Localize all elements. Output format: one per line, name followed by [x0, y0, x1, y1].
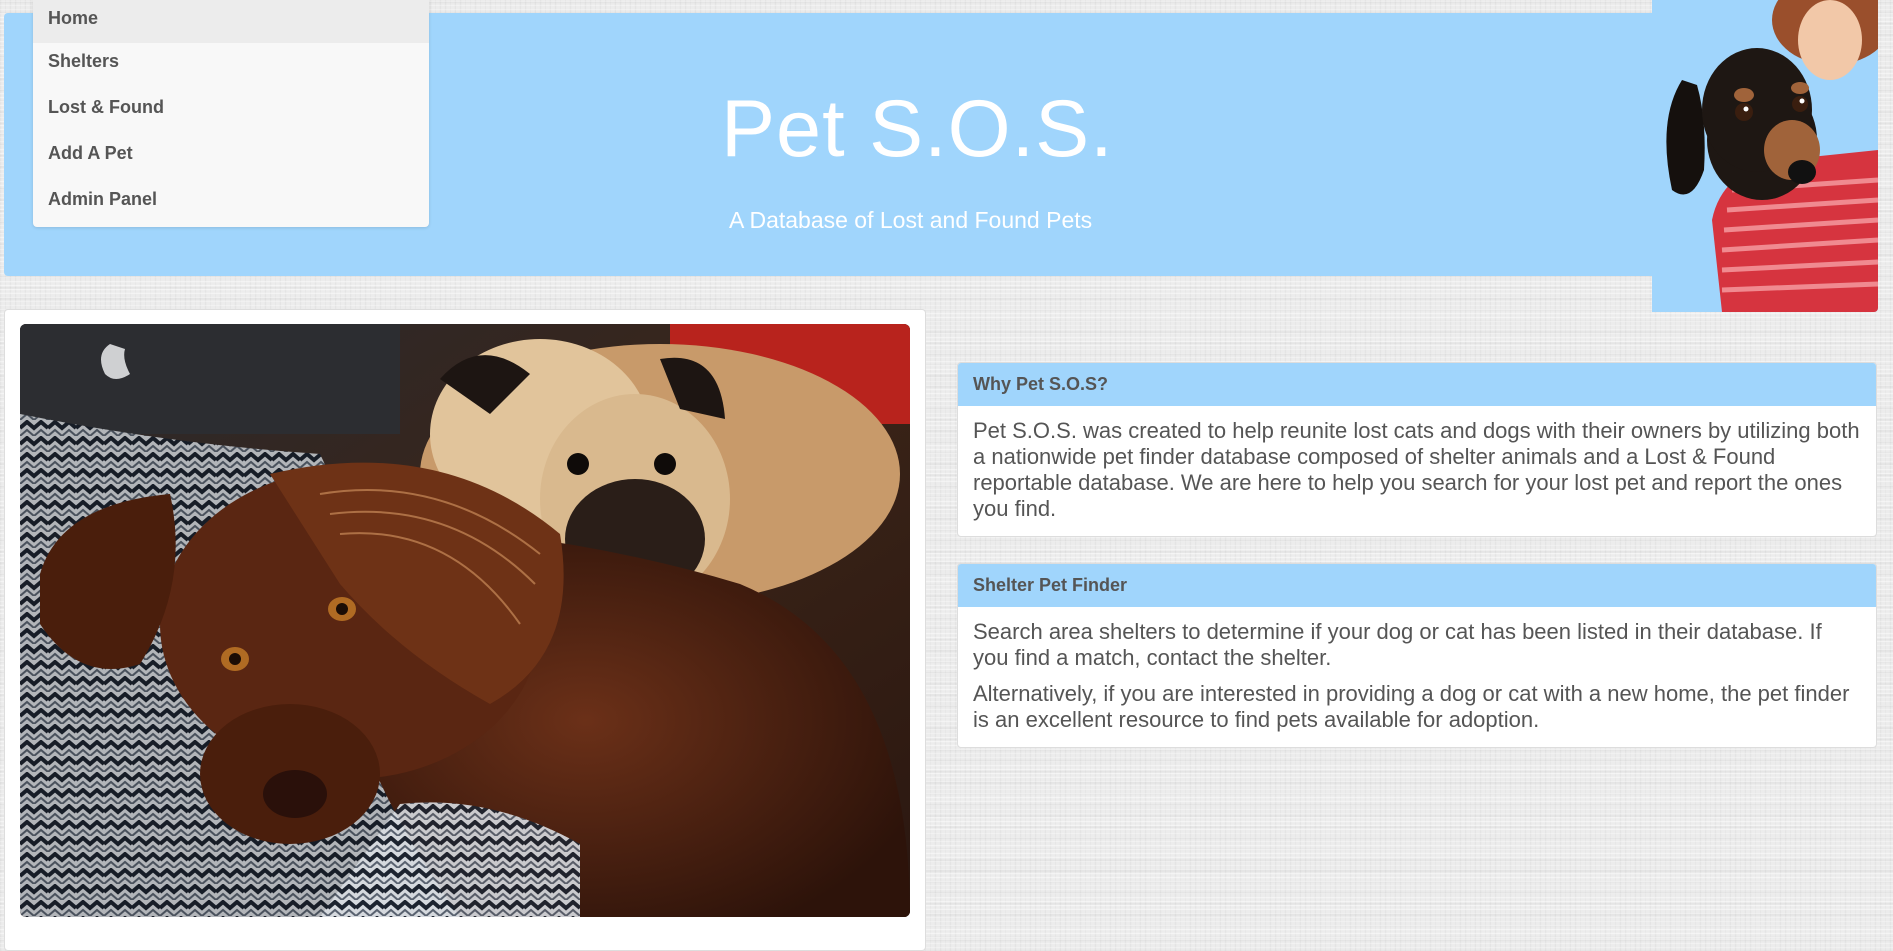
- nav-item-shelters[interactable]: Shelters: [33, 43, 429, 89]
- nav-item-admin-panel[interactable]: Admin Panel: [33, 181, 429, 227]
- dogs-photo: [20, 324, 910, 917]
- panel-paragraph: Alternatively, if you are interested in …: [973, 681, 1850, 732]
- nav-item-home[interactable]: Home: [33, 0, 429, 43]
- panel-body: Pet S.O.S. was created to help reunite l…: [958, 406, 1876, 536]
- nav-item-lost-found[interactable]: Lost & Found: [33, 89, 429, 135]
- nav-item-add-pet[interactable]: Add A Pet: [33, 135, 429, 181]
- header-dog-photo: [1652, 0, 1878, 312]
- panel-paragraph: Search area shelters to determine if you…: [973, 619, 1822, 670]
- main-nav-menu: Home Shelters Lost & Found Add A Pet Adm…: [33, 0, 429, 227]
- panel-heading: Why Pet S.O.S?: [958, 363, 1876, 406]
- why-pet-sos-panel: Why Pet S.O.S? Pet S.O.S. was created to…: [957, 362, 1877, 537]
- panel-body: Search area shelters to determine if you…: [958, 607, 1876, 747]
- photo-panel: [4, 309, 926, 951]
- site-title: Pet S.O.S.: [721, 84, 1114, 174]
- shelter-pet-finder-panel: Shelter Pet Finder Search area shelters …: [957, 563, 1877, 748]
- panel-heading: Shelter Pet Finder: [958, 564, 1876, 607]
- site-subtitle: A Database of Lost and Found Pets: [729, 207, 1093, 233]
- panel-paragraph: Pet S.O.S. was created to help reunite l…: [973, 418, 1860, 521]
